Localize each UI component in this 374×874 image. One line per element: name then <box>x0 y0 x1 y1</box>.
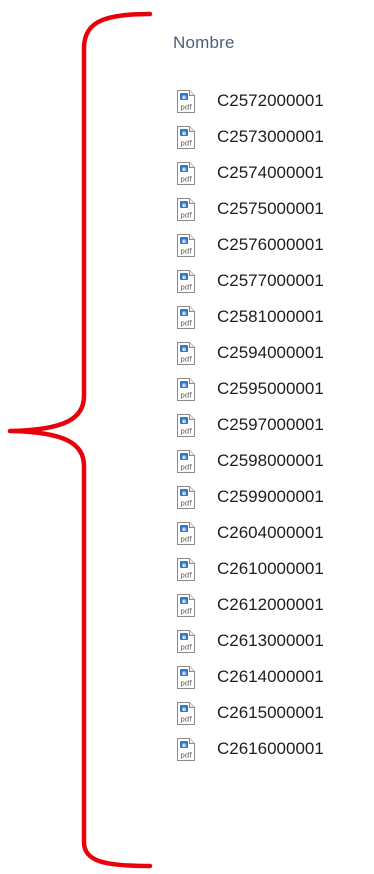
file-list-item[interactable]: e pdf C2581000001 <box>176 299 324 335</box>
svg-text:e: e <box>182 669 186 676</box>
file-name: C2615000001 <box>217 703 324 722</box>
svg-text:e: e <box>182 741 186 748</box>
file-name: C2610000001 <box>217 559 324 578</box>
svg-text:e: e <box>182 201 186 208</box>
svg-text:pdf: pdf <box>180 607 192 615</box>
pdf-file-icon: e pdf <box>177 161 195 185</box>
file-list-item[interactable]: e pdf C2574000001 <box>176 155 324 191</box>
svg-text:e: e <box>182 165 186 172</box>
pdf-file-icon: e pdf <box>177 629 195 653</box>
pdf-file-icon: e pdf <box>177 449 195 473</box>
red-curly-brace-annotation <box>7 11 153 869</box>
file-list-item[interactable]: e pdf C2594000001 <box>176 335 324 371</box>
svg-text:pdf: pdf <box>180 643 192 651</box>
file-name: C2574000001 <box>217 163 324 182</box>
svg-text:e: e <box>182 597 186 604</box>
svg-text:pdf: pdf <box>180 247 192 255</box>
svg-text:pdf: pdf <box>180 319 192 327</box>
svg-text:pdf: pdf <box>180 139 192 147</box>
svg-text:pdf: pdf <box>180 175 192 183</box>
pdf-file-icon: e pdf <box>177 125 195 149</box>
file-list-item[interactable]: e pdf C2597000001 <box>176 407 324 443</box>
svg-text:e: e <box>182 129 186 136</box>
file-name: C2573000001 <box>217 127 324 146</box>
pdf-file-icon: e pdf <box>177 521 195 545</box>
svg-text:e: e <box>182 489 186 496</box>
svg-text:pdf: pdf <box>180 283 192 291</box>
file-list-item[interactable]: e pdf C2595000001 <box>176 371 324 407</box>
pdf-file-icon: e pdf <box>177 665 195 689</box>
svg-text:e: e <box>182 705 186 712</box>
pdf-file-icon: e pdf <box>177 89 195 113</box>
pdf-file-icon: e pdf <box>177 737 195 761</box>
svg-text:e: e <box>182 525 186 532</box>
file-list-item[interactable]: e pdf C2573000001 <box>176 119 324 155</box>
svg-text:pdf: pdf <box>180 751 192 759</box>
file-name: C2616000001 <box>217 739 324 758</box>
svg-text:pdf: pdf <box>180 103 192 111</box>
svg-text:e: e <box>182 633 186 640</box>
svg-text:e: e <box>182 561 186 568</box>
file-name: C2598000001 <box>217 451 324 470</box>
pdf-file-icon: e pdf <box>177 197 195 221</box>
pdf-file-icon: e pdf <box>177 341 195 365</box>
file-name: C2599000001 <box>217 487 324 506</box>
file-name: C2581000001 <box>217 307 324 326</box>
svg-text:e: e <box>182 93 186 100</box>
svg-text:pdf: pdf <box>180 463 192 471</box>
pdf-file-icon: e pdf <box>177 269 195 293</box>
file-list-item[interactable]: e pdf C2604000001 <box>176 515 324 551</box>
svg-text:pdf: pdf <box>180 679 192 687</box>
pdf-file-icon: e pdf <box>177 485 195 509</box>
file-name: C2577000001 <box>217 271 324 290</box>
svg-text:e: e <box>182 309 186 316</box>
file-list-item[interactable]: e pdf C2613000001 <box>176 623 324 659</box>
file-name: C2614000001 <box>217 667 324 686</box>
file-list-item[interactable]: e pdf C2598000001 <box>176 443 324 479</box>
file-name: C2612000001 <box>217 595 324 614</box>
file-list-item[interactable]: e pdf C2577000001 <box>176 263 324 299</box>
svg-text:pdf: pdf <box>180 427 192 435</box>
pdf-file-icon: e pdf <box>177 377 195 401</box>
svg-text:pdf: pdf <box>180 535 192 543</box>
pdf-file-icon: e pdf <box>177 701 195 725</box>
file-name: C2604000001 <box>217 523 324 542</box>
svg-text:pdf: pdf <box>180 211 192 219</box>
svg-text:e: e <box>182 381 186 388</box>
svg-text:e: e <box>182 417 186 424</box>
pdf-file-icon: e pdf <box>177 557 195 581</box>
file-name: C2595000001 <box>217 379 324 398</box>
pdf-file-icon: e pdf <box>177 413 195 437</box>
svg-text:pdf: pdf <box>180 355 192 363</box>
svg-text:pdf: pdf <box>180 571 192 579</box>
svg-text:pdf: pdf <box>180 391 192 399</box>
file-list-item[interactable]: e pdf C2612000001 <box>176 587 324 623</box>
file-name: C2594000001 <box>217 343 324 362</box>
file-list-item[interactable]: e pdf C2616000001 <box>176 731 324 767</box>
file-list-item[interactable]: e pdf C2575000001 <box>176 191 324 227</box>
svg-text:e: e <box>182 345 186 352</box>
svg-text:e: e <box>182 237 186 244</box>
file-list-item[interactable]: e pdf C2599000001 <box>176 479 324 515</box>
svg-text:pdf: pdf <box>180 715 192 723</box>
file-list-item[interactable]: e pdf C2615000001 <box>176 695 324 731</box>
pdf-file-icon: e pdf <box>177 233 195 257</box>
file-list-item[interactable]: e pdf C2610000001 <box>176 551 324 587</box>
file-list-item[interactable]: e pdf C2576000001 <box>176 227 324 263</box>
file-list: e pdf C2572000001 e pdf C2573000001 e pdf C25740… <box>176 83 324 767</box>
file-name: C2572000001 <box>217 91 324 110</box>
svg-text:e: e <box>182 273 186 280</box>
pdf-file-icon: e pdf <box>177 593 195 617</box>
file-list-item[interactable]: e pdf C2614000001 <box>176 659 324 695</box>
file-name: C2613000001 <box>217 631 324 650</box>
svg-text:e: e <box>182 453 186 460</box>
svg-text:pdf: pdf <box>180 499 192 507</box>
column-header-nombre[interactable]: Nombre <box>173 33 235 53</box>
file-name: C2597000001 <box>217 415 324 434</box>
pdf-file-icon: e pdf <box>177 305 195 329</box>
file-name: C2576000001 <box>217 235 324 254</box>
file-list-item[interactable]: e pdf C2572000001 <box>176 83 324 119</box>
file-name: C2575000001 <box>217 199 324 218</box>
